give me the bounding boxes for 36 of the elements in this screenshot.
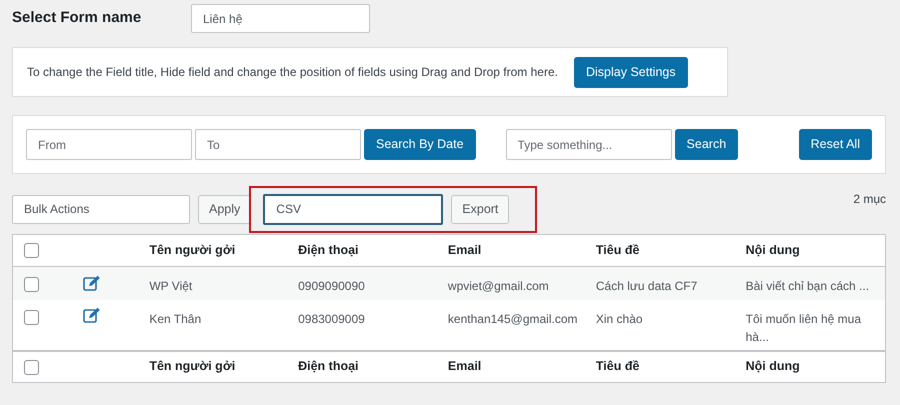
export-format-field[interactable]: CSV	[263, 194, 444, 224]
edit-icon[interactable]	[83, 307, 102, 324]
search-button[interactable]: Search	[674, 129, 738, 160]
table-cell: wpviet@gmail.com	[448, 279, 549, 293]
notice-text: To change the Field title, Hide field and change the position of fields using Drag and Drop from here.	[27, 64, 558, 81]
display-settings-button[interactable]: Display Settings	[574, 56, 688, 88]
from-date-field[interactable]: From	[26, 129, 192, 160]
row-checkbox[interactable]	[24, 310, 39, 325]
table-cell: 0909090090	[298, 279, 365, 293]
column-header: Email	[446, 350, 595, 382]
edit-icon[interactable]	[83, 274, 102, 291]
table-cell: Xin chào	[596, 312, 643, 326]
table-cell: kenthan145@gmail.com	[448, 312, 578, 326]
form-select-field[interactable]: Liên hệ	[191, 4, 370, 33]
column-header: Nội dung	[744, 350, 886, 382]
table-cell: Tôi muốn liên hệ mua hà...	[746, 312, 862, 344]
search-field[interactable]: Type something...	[506, 129, 672, 160]
table-cell: Ken Thân	[149, 312, 202, 326]
table-cell: 0983009009	[298, 312, 365, 326]
form-name-label: Select Form name	[12, 8, 142, 28]
table-cell: Cách lưu data CF7	[596, 279, 698, 293]
search-by-date-button[interactable]: Search By Date	[364, 129, 476, 160]
row-checkbox[interactable]	[24, 277, 39, 292]
row-checkbox[interactable]	[24, 243, 39, 258]
bulk-actions-field[interactable]: Bulk Actions	[12, 194, 190, 224]
column-header: Tên người gởi	[148, 350, 298, 382]
to-date-field[interactable]: To	[195, 129, 361, 160]
export-button[interactable]: Export	[451, 194, 510, 224]
apply-button[interactable]: Apply	[198, 194, 252, 224]
table-cell: Bài viết chỉ bạn cách ...	[746, 279, 870, 293]
column-header: Tiêu đề	[594, 350, 745, 382]
reset-all-button[interactable]: Reset All	[798, 129, 872, 160]
row-checkbox[interactable]	[24, 360, 39, 375]
column-header: Điện thoại	[297, 350, 447, 382]
item-count: 2 mục	[853, 191, 886, 208]
table-cell: WP Việt	[149, 279, 192, 293]
